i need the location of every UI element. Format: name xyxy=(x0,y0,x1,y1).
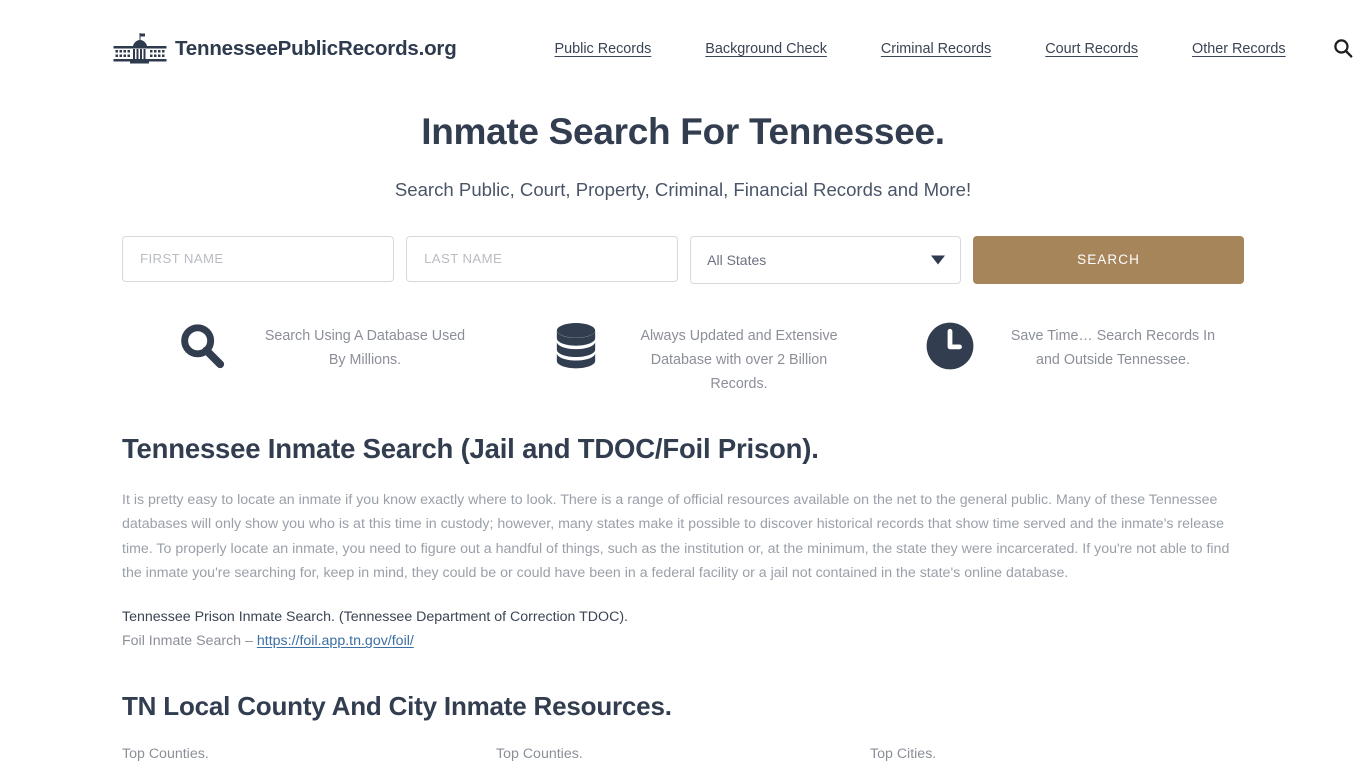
county-resource-columns: Top Counties. Shelby County Top Counties… xyxy=(122,746,1244,768)
foil-search-line: Foil Inmate Search – https://foil.app.tn… xyxy=(122,629,1244,653)
nav-item-other-records[interactable]: Other Records xyxy=(1192,41,1286,57)
nav-item-background-check[interactable]: Background Check xyxy=(705,41,827,57)
nav-item-public-records[interactable]: Public Records xyxy=(555,41,652,57)
first-name-input[interactable] xyxy=(122,235,395,282)
page-title: Inmate Search For Tennessee. xyxy=(421,111,945,152)
feature-text: Search Using A Database Used By Millions… xyxy=(264,327,466,368)
page-root: TennesseePublicRecords.org Public Record… xyxy=(0,0,1366,768)
site-logo-link[interactable]: TennesseePublicRecords.org xyxy=(112,32,457,66)
county-column-2: Top Counties. Sumner County xyxy=(496,746,870,768)
content-paragraph: It is pretty easy to locate an inmate if… xyxy=(122,492,1230,581)
foil-inmate-search-link[interactable]: https://foil.app.tn.gov/foil/ xyxy=(257,633,414,649)
site-header: TennesseePublicRecords.org Public Record… xyxy=(0,0,1366,98)
last-name-input[interactable] xyxy=(406,235,679,282)
search-icon xyxy=(1332,37,1354,62)
site-brand-name: TennesseePublicRecords.org xyxy=(175,37,457,60)
main-navigation: Public Records Background Check Criminal… xyxy=(555,41,1286,57)
nav-item-criminal-records[interactable]: Criminal Records xyxy=(881,41,991,57)
county-column-1: Top Counties. Shelby County xyxy=(122,746,496,768)
county-column-3: Top Cities. Nashville xyxy=(870,746,1244,768)
feature-text: Save Time… Search Records In and Outside… xyxy=(1010,327,1216,368)
nav-item-court-records[interactable]: Court Records xyxy=(1045,41,1138,57)
search-submit-button[interactable]: SEARCH xyxy=(973,235,1244,284)
feature-text: Always Updated and Extensive Database wi… xyxy=(640,327,838,392)
features-row: Search Using A Database Used By Millions… xyxy=(122,318,1244,396)
hero-subtitle: Search Public, Court, Property, Criminal… xyxy=(394,178,972,200)
state-select-wrapper: All States xyxy=(690,235,962,284)
magnifier-icon xyxy=(146,318,258,372)
foil-label: Foil Inmate Search xyxy=(122,633,242,650)
column-header: Top Counties. xyxy=(122,746,209,763)
content-heading: Tennessee Inmate Search (Jail and TDOC/F… xyxy=(122,432,819,464)
header-search-toggle[interactable] xyxy=(1326,32,1360,66)
records-search-form: All States SEARCH xyxy=(122,235,1244,284)
prison-search-line: Tennessee Prison Inmate Search. (Tenness… xyxy=(122,609,628,626)
main-content: Tennessee Inmate Search (Jail and TDOC/F… xyxy=(122,432,1244,768)
feature-item-updated-database: Always Updated and Extensive Database wi… xyxy=(496,318,870,396)
resources-heading: TN Local County And City Inmate Resource… xyxy=(122,691,672,722)
column-header: Top Counties. xyxy=(496,746,583,763)
tdoc-block: Tennessee Prison Inmate Search. (Tenness… xyxy=(122,605,1244,653)
feature-item-database-millions: Search Using A Database Used By Millions… xyxy=(122,318,496,396)
foil-dash: – xyxy=(245,633,253,650)
feature-item-save-time: Save Time… Search Records In and Outside… xyxy=(870,318,1244,396)
capitol-building-icon xyxy=(112,32,168,66)
hero-section: Inmate Search For Tennessee. Search Publ… xyxy=(0,98,1366,201)
column-header: Top Cities. xyxy=(870,746,937,763)
clock-icon xyxy=(894,318,1006,372)
state-select[interactable]: All States xyxy=(690,235,962,284)
database-icon xyxy=(520,318,632,374)
